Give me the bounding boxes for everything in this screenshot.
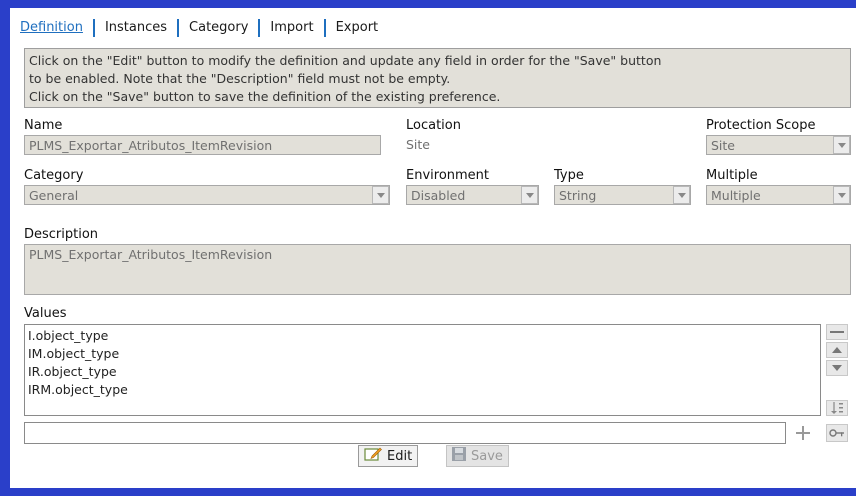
tab-import[interactable]: Import xyxy=(260,19,323,37)
instructions-line: to be enabled. Note that the "Descriptio… xyxy=(29,71,451,86)
multiple-label: Multiple xyxy=(706,168,758,183)
save-button[interactable]: Save xyxy=(446,445,509,467)
save-button-label: Save xyxy=(471,448,503,464)
protection-scope-value: Site xyxy=(706,135,851,155)
description-textarea[interactable]: PLMS_Exportar_Atributos_ItemRevision xyxy=(24,244,851,295)
multiple-dropdown[interactable]: Multiple xyxy=(706,185,851,205)
save-icon xyxy=(452,447,466,465)
instructions-line: Click on the "Edit" button to modify the… xyxy=(29,53,662,68)
list-item[interactable]: I.object_type xyxy=(28,327,817,345)
edit-button-label: Edit xyxy=(387,448,413,464)
multiple-value: Multiple xyxy=(706,185,851,205)
description-label: Description xyxy=(24,227,99,242)
name-label: Name xyxy=(24,118,63,133)
values-list[interactable]: I.object_type IM.object_type IR.object_t… xyxy=(24,324,821,416)
name-field[interactable]: PLMS_Exportar_Atributos_ItemRevision xyxy=(24,135,381,155)
key-icon[interactable] xyxy=(826,424,848,442)
list-item[interactable]: IRM.object_type xyxy=(28,381,817,399)
list-item[interactable]: IM.object_type xyxy=(28,345,817,363)
sort-icon[interactable] xyxy=(826,400,848,416)
type-label: Type xyxy=(554,168,584,183)
preference-definition-panel: Definition Instances Category Import Exp… xyxy=(10,8,856,488)
arrow-down-icon[interactable] xyxy=(826,360,848,376)
chevron-down-icon[interactable] xyxy=(833,136,850,154)
environment-label: Environment xyxy=(406,168,490,183)
new-value-input[interactable] xyxy=(24,422,786,444)
instructions-box: Click on the "Edit" button to modify the… xyxy=(24,48,851,108)
minus-icon[interactable] xyxy=(826,324,848,340)
tab-bar: Definition Instances Category Import Exp… xyxy=(20,16,388,40)
location-label: Location xyxy=(406,118,461,133)
category-label: Category xyxy=(24,168,84,183)
category-value: General xyxy=(24,185,390,205)
location-value: Site xyxy=(406,137,430,152)
protection-scope-dropdown[interactable]: Site xyxy=(706,135,851,155)
arrow-up-icon[interactable] xyxy=(826,342,848,358)
environment-value: Disabled xyxy=(406,185,539,205)
plus-icon[interactable] xyxy=(794,424,812,442)
values-label: Values xyxy=(24,306,67,321)
type-value: String xyxy=(554,185,691,205)
edit-icon xyxy=(364,447,382,465)
tab-definition[interactable]: Definition xyxy=(20,19,93,37)
tab-export[interactable]: Export xyxy=(326,19,389,37)
environment-dropdown[interactable]: Disabled xyxy=(406,185,539,205)
instructions-line: Click on the "Save" button to save the d… xyxy=(29,89,501,104)
category-dropdown[interactable]: General xyxy=(24,185,390,205)
edit-button[interactable]: Edit xyxy=(358,445,419,467)
window-left-edge xyxy=(0,0,10,496)
protection-scope-label: Protection Scope xyxy=(706,118,816,133)
chevron-down-icon[interactable] xyxy=(833,186,850,204)
tab-category[interactable]: Category xyxy=(179,19,258,37)
chevron-down-icon[interactable] xyxy=(673,186,690,204)
chevron-down-icon[interactable] xyxy=(372,186,389,204)
tab-instances[interactable]: Instances xyxy=(95,19,177,37)
type-dropdown[interactable]: String xyxy=(554,185,691,205)
chevron-down-icon[interactable] xyxy=(521,186,538,204)
list-item[interactable]: IR.object_type xyxy=(28,363,817,381)
